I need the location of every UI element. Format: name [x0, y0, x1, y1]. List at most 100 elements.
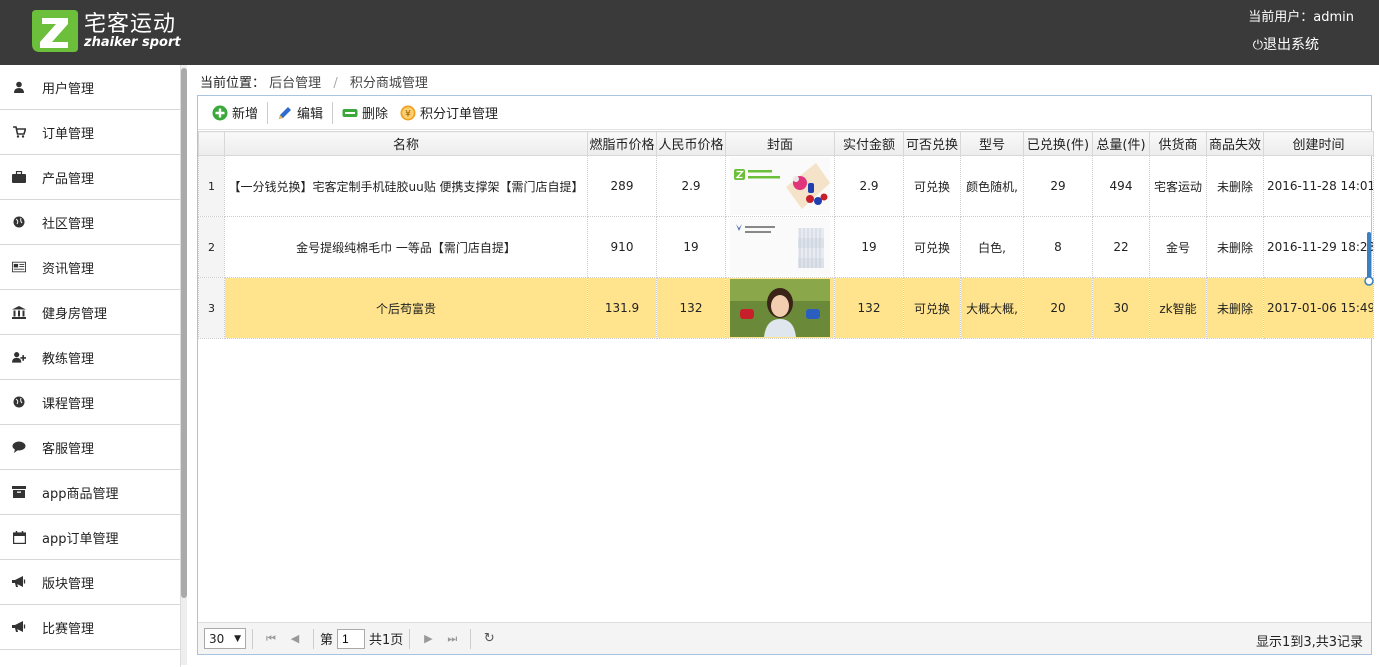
- vertical-scroll-handle[interactable]: [1364, 230, 1374, 290]
- globe-icon: [12, 215, 26, 229]
- column-header[interactable]: 已兑换(件): [1023, 131, 1093, 156]
- sidebar-item-products[interactable]: 产品管理: [0, 155, 180, 200]
- megaphone-icon: [12, 620, 26, 634]
- edit-label: 编辑: [297, 107, 324, 122]
- sidebar-item-customer-service[interactable]: 客服管理: [0, 425, 180, 470]
- dropdown-arrow-icon: ▼: [234, 633, 241, 644]
- refresh-icon[interactable]: ↻: [480, 630, 498, 648]
- sidebar-item-label: 资讯管理: [42, 261, 95, 277]
- sidebar-item-coaches[interactable]: 教练管理: [0, 335, 180, 380]
- svg-text:¥: ¥: [405, 109, 411, 119]
- sidebar-item-label: 比赛管理: [42, 621, 95, 637]
- column-header[interactable]: 型号: [960, 131, 1024, 156]
- cell-model: 颜色随机,: [960, 155, 1024, 217]
- cell-name: 【一分钱兑换】宅客定制手机硅胶uu贴 便携支撑架【需门店自提】: [224, 155, 588, 217]
- table-row[interactable]: 1 【一分钱兑换】宅客定制手机硅胶uu贴 便携支撑架【需门店自提】 289 2.…: [198, 155, 1374, 217]
- column-header[interactable]: 商品失效: [1206, 131, 1264, 156]
- breadcrumb: 当前位置： 后台管理 / 积分商城管理: [200, 72, 428, 91]
- record-info: 显示1到3,共3记录: [1256, 635, 1363, 650]
- prev-page-icon[interactable]: ◀: [286, 630, 304, 648]
- delete-button[interactable]: 删除: [336, 100, 394, 126]
- data-table: 名称 燃脂币价格 人民币价格 封面 实付金额 可否兑换 型号 已兑换(件) 总量…: [198, 131, 1374, 339]
- sidebar: 用户管理 订单管理 产品管理 社区管理 资讯管理 健身房管理 教练管理 课程管理…: [0, 65, 181, 667]
- brand-name: 宅客运动: [84, 12, 177, 37]
- power-icon: ⏻: [1252, 38, 1263, 53]
- sidebar-item-community[interactable]: 社区管理: [0, 200, 180, 245]
- column-header[interactable]: 可否兑换: [903, 131, 961, 156]
- sidebar-item-app-products[interactable]: app商品管理: [0, 470, 180, 515]
- last-page-icon[interactable]: ⏭: [443, 630, 461, 648]
- table-row[interactable]: 2 金号提缎纯棉毛巾 一等品【需门店自提】 910 19 19 可兑换 白色, …: [198, 216, 1374, 278]
- cover-image-phone-sticker: [730, 157, 830, 215]
- cell-cover: [725, 277, 835, 339]
- chat-icon: [12, 440, 26, 454]
- sidebar-item-label: 课程管理: [42, 396, 95, 412]
- page-number-input[interactable]: [337, 628, 366, 649]
- pager-separator: [252, 628, 253, 649]
- top-header: 宅客运动 zhaiker sport 当前用户：admin ⏻退出系统: [0, 0, 1379, 65]
- sidebar-item-gyms[interactable]: 健身房管理: [0, 290, 180, 335]
- breadcrumb-item-admin[interactable]: 后台管理: [269, 76, 321, 91]
- megaphone-icon: [12, 575, 26, 589]
- edit-button[interactable]: 编辑: [271, 100, 329, 126]
- pager-separator: [409, 628, 411, 649]
- cell-status: 未删除: [1206, 155, 1264, 217]
- column-header[interactable]: 实付金额: [834, 131, 904, 156]
- sidebar-item-courses[interactable]: 课程管理: [0, 380, 180, 425]
- column-header[interactable]: 人民币价格: [656, 131, 726, 156]
- points-orders-label: 积分订单管理: [420, 107, 499, 122]
- row-number: 2: [198, 216, 225, 278]
- cell-supplier: 宅客运动: [1149, 155, 1207, 217]
- cell-created: 2016-11-28 14:01:2: [1263, 155, 1374, 217]
- first-page-icon[interactable]: ⏮: [262, 630, 280, 648]
- logout-label: 退出系统: [1263, 37, 1319, 53]
- next-page-icon[interactable]: ▶: [419, 630, 437, 648]
- cell-paid: 19: [834, 216, 904, 278]
- globe-icon: [12, 395, 26, 409]
- sidebar-item-sections[interactable]: 版块管理: [0, 560, 180, 605]
- sidebar-item-app-orders[interactable]: app订单管理: [0, 515, 180, 560]
- column-header[interactable]: 总量(件): [1092, 131, 1150, 156]
- page-size-select[interactable]: 30 ▼: [204, 628, 246, 649]
- logout-button[interactable]: ⏻退出系统: [1253, 34, 1319, 54]
- cell-created: 2017-01-06 15:49:0: [1263, 277, 1374, 339]
- sidebar-scrollbar-thumb[interactable]: [181, 68, 187, 598]
- row-number: 3: [198, 277, 225, 339]
- breadcrumb-item-points-mall: 积分商城管理: [349, 76, 428, 91]
- column-header[interactable]: 供货商: [1149, 131, 1207, 156]
- cell-total: 30: [1092, 277, 1150, 339]
- table-row-selected[interactable]: 3 个后苟富贵 131.9 132 132 可兑换 大概大概, 20 30 zk…: [198, 277, 1374, 339]
- column-header[interactable]: 燃脂币价格: [587, 131, 657, 156]
- datagrid-panel: 新增 编辑 删除 ¥ 积分订单管理 名称 燃脂币价格 人民币价格 封面 实付金额…: [197, 95, 1374, 655]
- zhaiker-logo-icon: [32, 10, 78, 52]
- cell-fat-price: 131.9: [587, 277, 657, 339]
- column-header[interactable]: 名称: [224, 131, 588, 156]
- add-button[interactable]: 新增: [206, 100, 264, 126]
- cell-created: 2016-11-29 18:28: [1263, 216, 1374, 278]
- sidebar-item-label: app订单管理: [42, 531, 119, 547]
- sidebar-item-label: 产品管理: [42, 171, 95, 187]
- cover-image-towel: [730, 218, 830, 276]
- cell-exchanged: 29: [1023, 155, 1093, 217]
- delete-label: 删除: [362, 107, 389, 122]
- cell-fat-price: 910: [587, 216, 657, 278]
- sidebar-item-users[interactable]: 用户管理: [0, 65, 180, 110]
- points-orders-button[interactable]: ¥ 积分订单管理: [394, 100, 504, 126]
- table-header-row: 名称 燃脂币价格 人民币价格 封面 实付金额 可否兑换 型号 已兑换(件) 总量…: [198, 131, 1374, 156]
- column-header[interactable]: 封面: [725, 131, 835, 156]
- column-header[interactable]: 创建时间: [1263, 131, 1374, 156]
- sidebar-item-matches[interactable]: 比赛管理: [0, 605, 180, 650]
- cell-exchanged: 8: [1023, 216, 1093, 278]
- sidebar-item-orders[interactable]: 订单管理: [0, 110, 180, 155]
- cell-paid: 132: [834, 277, 904, 339]
- cell-supplier: 金号: [1149, 216, 1207, 278]
- calendar-icon: [12, 530, 26, 544]
- sidebar-item-label: 订单管理: [42, 126, 95, 142]
- sidebar-item-news[interactable]: 资讯管理: [0, 245, 180, 290]
- current-user-label: 当前用户：admin: [1248, 10, 1354, 25]
- breadcrumb-prefix: 当前位置：: [200, 76, 266, 91]
- cell-status: 未删除: [1206, 216, 1264, 278]
- breadcrumb-separator: /: [333, 76, 338, 91]
- pencil-icon: [277, 105, 293, 121]
- cell-exchanged: 20: [1023, 277, 1093, 339]
